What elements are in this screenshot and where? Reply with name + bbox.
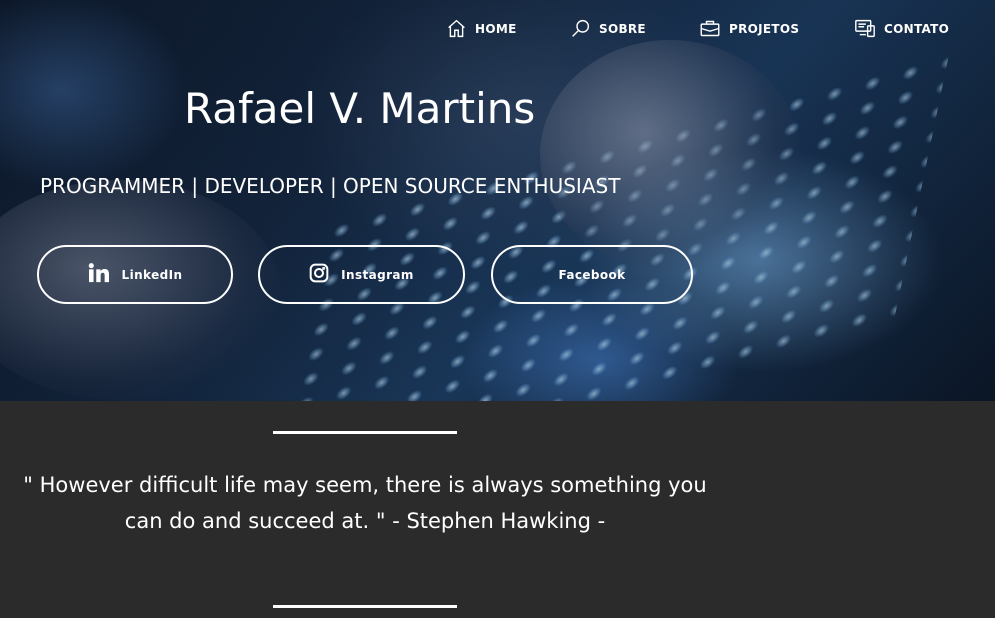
nav-home-label: HOME [475,21,517,36]
linkedin-label: LinkedIn [121,267,183,282]
briefcase-icon [699,18,721,39]
nav-home[interactable]: HOME [446,18,517,39]
home-icon [446,18,467,39]
divider-top [273,431,457,434]
nav-projetos[interactable]: PROJETOS [699,18,799,39]
hero-overlay [0,0,995,401]
nav-contato-label: CONTATO [884,21,950,36]
quote-line-1: " However difficult life may seem, there… [23,473,707,497]
nav-sobre-label: SOBRE [599,21,646,36]
tagline: PROGRAMMER | DEVELOPER | OPEN SOURCE ENT… [40,174,621,198]
nav-projetos-label: PROJETOS [729,21,800,36]
quote-line-2: can do and succeed at. " - Stephen Hawki… [124,509,606,533]
search-icon [570,18,591,39]
facebook-label: Facebook [558,267,626,282]
nav-sobre[interactable]: SOBRE [570,18,646,39]
instagram-icon [309,263,329,286]
divider-bottom [273,605,457,608]
instagram-button[interactable]: Instagram [258,245,465,304]
linkedin-button[interactable]: LinkedIn [37,245,233,304]
page-title: Rafael V. Martins [184,84,536,133]
quote-text: " However difficult life may seem, there… [0,467,730,539]
hero-banner: HOME SOBRE PROJETOS CONTATO Rafael V. Ma… [0,0,995,401]
instagram-label: Instagram [341,267,414,282]
devices-icon [854,18,876,39]
nav-contato[interactable]: CONTATO [854,18,949,39]
facebook-button[interactable]: Facebook [491,245,693,304]
quote-section: " However difficult life may seem, there… [0,401,995,618]
top-navigation: HOME SOBRE PROJETOS CONTATO [0,18,995,44]
linkedin-icon [88,263,110,286]
